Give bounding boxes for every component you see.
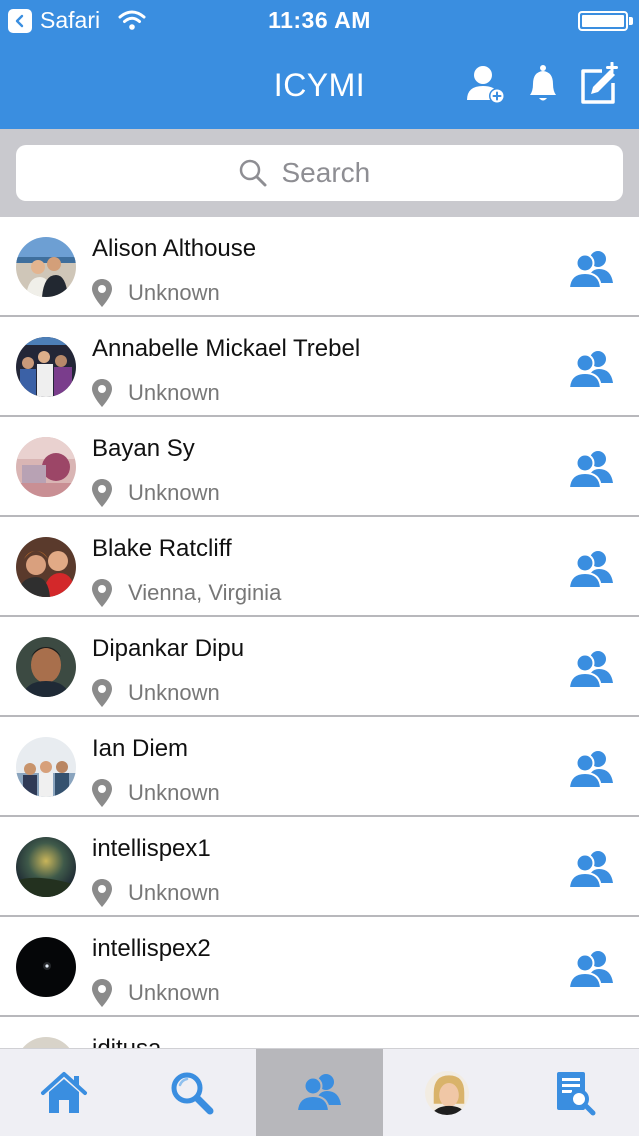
compose-icon [581, 62, 618, 104]
location-pin-icon [92, 579, 112, 607]
people-list: Alison Althouse Unknown Annabelle Mickae… [0, 217, 639, 1048]
tab-bar [0, 1048, 639, 1136]
list-item[interactable]: Alison Althouse Unknown [0, 217, 639, 317]
avatar [16, 637, 76, 697]
location-text: Unknown [128, 380, 220, 405]
header: Safari 11:36 AM ICYMI [0, 0, 639, 129]
list-item[interactable]: intellispex2 Unknown [0, 917, 639, 1017]
tab-people[interactable] [255, 1049, 384, 1136]
location-pin-icon [92, 379, 112, 407]
compose-button[interactable] [576, 60, 622, 108]
friends-button[interactable] [567, 249, 614, 289]
profile-avatar [425, 1071, 470, 1115]
location-text: Vienna, Virginia [128, 580, 282, 605]
person-location: Vienna, Virginia [92, 579, 281, 607]
tab-home[interactable] [0, 1049, 128, 1136]
list-item[interactable]: Blake Ratcliff Vienna, Virginia [0, 517, 639, 617]
person-name: Bayan Sy [92, 435, 195, 462]
avatar [16, 937, 76, 997]
location-pin-icon [92, 679, 112, 707]
avatar [16, 1037, 76, 1048]
friends-icon [567, 551, 613, 589]
location-pin-icon [92, 279, 112, 307]
search-icon [171, 1072, 214, 1115]
list-item[interactable]: Bayan Sy Unknown [0, 417, 639, 517]
location-text: Unknown [128, 680, 220, 705]
location-pin-icon [92, 779, 112, 807]
people-icon [296, 1074, 342, 1112]
friends-button[interactable] [567, 749, 614, 789]
person-location: Unknown [92, 879, 220, 907]
avatar [16, 737, 76, 797]
location-pin-icon [92, 979, 112, 1007]
tab-document-search[interactable] [511, 1049, 639, 1136]
tab-profile[interactable] [383, 1049, 511, 1136]
tab-search[interactable] [128, 1049, 256, 1136]
friends-button[interactable] [567, 849, 614, 889]
friends-icon [567, 751, 613, 789]
person-name: Blake Ratcliff [92, 535, 232, 562]
document-search-icon [557, 1072, 596, 1116]
friends-icon [567, 351, 613, 389]
friends-button[interactable] [567, 649, 614, 689]
friends-icon [567, 251, 613, 289]
home-icon [40, 1072, 87, 1113]
friends-icon [567, 651, 613, 689]
list-item[interactable]: iditusa [0, 1017, 639, 1048]
person-location: Unknown [92, 379, 220, 407]
person-location: Unknown [92, 279, 220, 307]
person-name: iditusa [92, 1035, 161, 1048]
person-name: Annabelle Mickael Trebel [92, 335, 361, 362]
status-time: 11:36 AM [268, 7, 371, 33]
avatar [16, 437, 76, 497]
search-bar [0, 129, 639, 217]
search-input[interactable] [281, 157, 402, 189]
list-item[interactable]: Annabelle Mickael Trebel Unknown [0, 317, 639, 417]
location-text: Unknown [128, 280, 220, 305]
person-name: Dipankar Dipu [92, 635, 245, 662]
person-name: Alison Althouse [92, 235, 257, 262]
location-text: Unknown [128, 880, 220, 905]
friends-button[interactable] [567, 449, 614, 489]
person-location: Unknown [92, 479, 220, 507]
friends-icon [567, 951, 613, 989]
search-field[interactable] [16, 145, 623, 201]
friends-icon [567, 851, 613, 889]
battery-tip [629, 17, 633, 25]
avatar [16, 837, 76, 897]
list-item[interactable]: intellispex1 Unknown [0, 817, 639, 917]
person-name: intellispex2 [92, 935, 211, 962]
friends-button[interactable] [567, 549, 614, 589]
friends-button[interactable] [567, 949, 614, 989]
search-icon [239, 159, 266, 187]
avatar [16, 237, 76, 297]
battery-icon [578, 11, 628, 31]
location-pin-icon [92, 479, 112, 507]
friends-icon [567, 451, 613, 489]
location-text: Unknown [128, 980, 220, 1005]
location-text: Unknown [128, 480, 220, 505]
person-location: Unknown [92, 679, 220, 707]
location-pin-icon [92, 879, 112, 907]
person-name: Ian Diem [92, 735, 189, 762]
status-bar: Safari 11:36 AM [0, 0, 639, 42]
avatar [16, 537, 76, 597]
avatar [16, 337, 76, 397]
person-location: Unknown [92, 779, 220, 807]
bell-icon [530, 65, 556, 101]
notifications-button[interactable] [520, 60, 566, 108]
person-name: intellispex1 [92, 835, 211, 862]
person-location: Unknown [92, 979, 220, 1007]
list-item[interactable]: Ian Diem Unknown [0, 717, 639, 817]
location-text: Unknown [128, 780, 220, 805]
add-user-button[interactable] [463, 60, 509, 108]
add-user-icon [467, 66, 505, 104]
friends-button[interactable] [567, 349, 614, 389]
list-item[interactable]: Dipankar Dipu Unknown [0, 617, 639, 717]
